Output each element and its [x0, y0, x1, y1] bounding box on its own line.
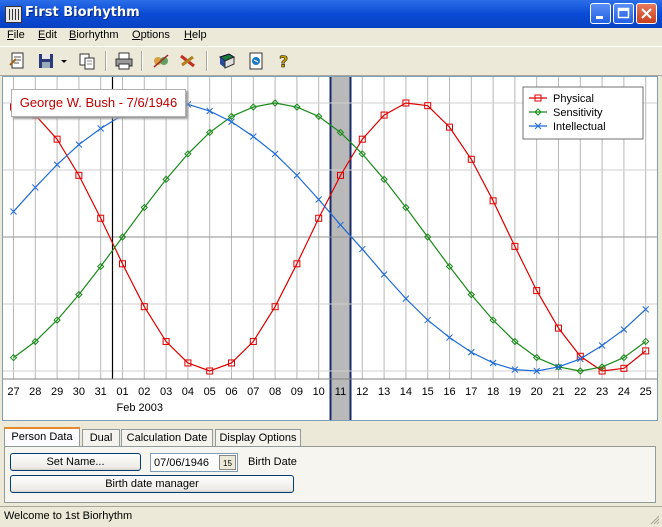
copy-icon[interactable] — [77, 51, 97, 71]
app-icon[interactable] — [5, 6, 22, 23]
month-label: Feb 2003 — [117, 402, 163, 414]
person-label: George W. Bush - 7/6/1946 — [11, 89, 186, 117]
tab-dual[interactable]: Dual — [82, 429, 120, 446]
birth-date-field[interactable]: 07/06/1946 15 — [150, 453, 238, 472]
x-tick-label: 27 — [7, 386, 19, 398]
birth-date-value: 07/06/1946 — [154, 457, 210, 469]
tab-person-data[interactable]: Person Data — [4, 427, 80, 447]
calendar-icon[interactable]: 15 — [219, 455, 236, 470]
close-button[interactable] — [636, 3, 657, 24]
x-tick-label: 11 — [335, 386, 346, 398]
tab-display-options[interactable]: Display Options — [215, 429, 301, 446]
x-tick-label: 13 — [378, 386, 390, 398]
x-tick-label: 04 — [182, 386, 194, 398]
menu-biorhythm[interactable]: Biorhythm — [69, 29, 119, 41]
x-tick-label: 08 — [269, 386, 281, 398]
x-tick-label: 24 — [618, 386, 630, 398]
window-title: First Biorhythm — [25, 5, 140, 20]
resize-grip-icon[interactable] — [648, 513, 660, 525]
x-tick-label: 31 — [95, 386, 107, 398]
x-tick-label: 29 — [51, 386, 63, 398]
print-icon[interactable] — [114, 51, 134, 71]
x-tick-label: 18 — [487, 386, 499, 398]
x-tick-label: 15 — [422, 386, 434, 398]
x-tick-label: 17 — [465, 386, 477, 398]
x-tick-label: 28 — [29, 386, 41, 398]
x-tick-label: 07 — [247, 386, 259, 398]
set-name-button[interactable]: Set Name... — [10, 453, 141, 471]
notebook-icon[interactable] — [246, 51, 266, 71]
book-icon[interactable] — [217, 51, 237, 71]
new-document-icon[interactable] — [8, 51, 28, 71]
biorhythm-chart[interactable]: 27 28 29 30 31 01 02 03 04 05 06 07 08 09 10 11 12 13 14 15… — [2, 76, 658, 421]
status-text: Welcome to 1st Biorhythm — [4, 510, 133, 522]
x-tick-label: 23 — [596, 386, 608, 398]
title-bar: First Biorhythm — [0, 0, 662, 28]
x-tick-label: 02 — [138, 386, 150, 398]
x-tick-label: 03 — [160, 386, 172, 398]
x-tick-label: 14 — [400, 386, 412, 398]
x-tick-label: 16 — [443, 386, 455, 398]
birth-date-label: Birth Date — [248, 456, 297, 468]
x-tick-label: 22 — [574, 386, 586, 398]
x-tick-label: 01 — [116, 386, 128, 398]
save-icon[interactable] — [36, 51, 56, 71]
dropdown-arrow-icon[interactable] — [59, 51, 69, 71]
menu-file[interactable]: File — [7, 29, 25, 41]
menu-help[interactable]: Help — [184, 29, 207, 41]
help-icon[interactable]: ? — [274, 51, 294, 72]
close-icon — [641, 8, 652, 19]
menu-edit[interactable]: Edit — [38, 29, 57, 41]
chart-canvas: 27 28 29 30 31 01 02 03 04 05 06 07 08 09 10 11 12 13 14 15… — [3, 77, 657, 420]
svg-text:?: ? — [279, 52, 288, 71]
birth-date-manager-button[interactable]: Birth date manager — [10, 475, 294, 493]
x-tick-label: 12 — [356, 386, 368, 398]
x-tick-label: 10 — [313, 386, 325, 398]
legend-label-sensitivity: Sensitivity — [553, 107, 603, 119]
tab-calculation-date[interactable]: Calculation Date — [121, 429, 213, 446]
x-tick-label: 19 — [509, 386, 521, 398]
x-tick-label: 30 — [73, 386, 85, 398]
maximize-icon — [617, 7, 630, 19]
minimize-button[interactable] — [590, 3, 611, 24]
x-tick-label: 09 — [291, 386, 303, 398]
legend-label-intellectual: Intellectual — [553, 121, 606, 133]
status-bar: Welcome to 1st Biorhythm — [0, 506, 662, 527]
menu-bar: File Edit Biorhythm Options Help — [0, 28, 662, 45]
x-tick-label: 20 — [531, 386, 543, 398]
minimize-icon — [596, 16, 603, 19]
legend-label-physical: Physical — [553, 93, 594, 105]
compatibility-icon[interactable] — [151, 51, 171, 71]
x-tick-label: 21 — [552, 386, 564, 398]
x-tick-label: 05 — [204, 386, 216, 398]
maximize-button[interactable] — [613, 3, 634, 24]
menu-options[interactable]: Options — [132, 29, 170, 41]
x-tick-label: 06 — [225, 386, 237, 398]
tools-icon[interactable] — [178, 51, 198, 71]
x-tick-label: 25 — [640, 386, 652, 398]
toolbar: ? — [0, 46, 662, 76]
